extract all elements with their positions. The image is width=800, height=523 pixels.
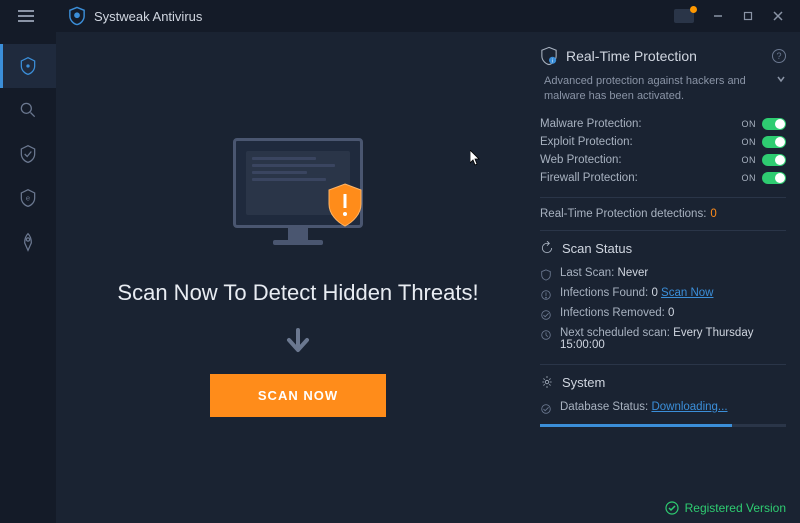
sidebar-item-scan[interactable] [0,88,56,132]
arrow-down-icon [283,326,313,356]
sidebar-item-boost[interactable] [0,220,56,264]
toggle-exploit-switch[interactable] [762,136,786,148]
maximize-button[interactable] [734,2,762,30]
sidebar-item-home[interactable] [0,44,56,88]
refresh-icon [540,241,554,255]
toggle-web: Web Protection:ON [540,151,786,169]
toggle-firewall: Firewall Protection:ON [540,169,786,187]
minimize-button[interactable] [704,2,732,30]
toggle-web-switch[interactable] [762,154,786,166]
svg-text:e: e [26,194,30,203]
registered-badge: Registered Version [665,501,786,515]
scan-now-button[interactable]: SCAN NOW [210,374,386,417]
check-circle-icon [665,501,679,515]
toggle-exploit: Exploit Protection:ON [540,133,786,151]
close-button[interactable] [764,2,792,30]
hamburger-menu[interactable] [8,0,44,32]
next-scan-row: Next scheduled scan: Every Thursday 15:0… [540,324,786,354]
toggle-firewall-switch[interactable] [762,172,786,184]
hero-headline: Scan Now To Detect Hidden Threats! [117,278,478,309]
toggle-malware-switch[interactable] [762,118,786,130]
database-status-link[interactable]: Downloading... [651,401,727,413]
gear-icon [540,375,554,389]
sidebar-item-protection[interactable] [0,132,56,176]
shield-info-icon: i [540,46,558,66]
notification-badge-icon[interactable] [674,9,694,23]
last-scan-row: Last Scan: Never [540,264,786,284]
help-icon[interactable]: ? [772,49,786,63]
app-logo-icon [68,6,86,26]
rtp-header: i Real-Time Protection ? [540,46,786,66]
toggle-malware: Malware Protection:ON [540,115,786,133]
scan-status-header: Scan Status [540,241,786,256]
rtp-description: Advanced protection against hackers and … [540,74,786,105]
chevron-down-icon[interactable] [776,74,786,84]
sidebar-item-quarantine[interactable]: e [0,176,56,220]
monitor-illustration [223,138,373,258]
threat-shield-icon [325,182,365,228]
app-title: Systweak Antivirus [68,6,202,26]
system-header: System [540,375,786,390]
infections-removed-row: Infections Removed: 0 [540,304,786,324]
svg-text:i: i [552,58,553,64]
scan-now-link[interactable]: Scan Now [661,287,713,299]
download-progress [540,424,786,427]
rtp-detections: Real-Time Protection detections: 0 [540,208,786,220]
infections-found-row: Infections Found: 0 Scan Now [540,284,786,304]
database-status-row: Database Status: Downloading... [540,398,786,418]
